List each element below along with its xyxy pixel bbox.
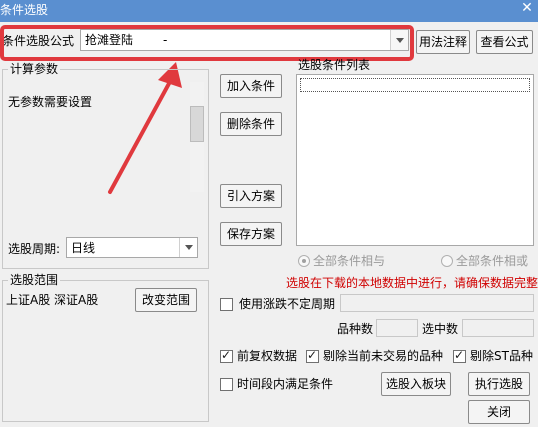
conditions-list-label: 选股条件列表 (298, 58, 371, 72)
delete-condition-button[interactable]: 删除条件 (220, 112, 282, 136)
period-value: 日线 (71, 241, 96, 255)
and-radio[interactable] (298, 255, 310, 267)
data-warning: 选股在下载的本地数据中进行，请确保数据完整 (286, 276, 538, 290)
change-range-button[interactable]: 改变范围 (135, 288, 197, 312)
conditions-list[interactable] (296, 74, 534, 246)
exclude-untraded-checkbox[interactable] (306, 348, 319, 363)
formula-dash: - (163, 33, 168, 47)
close-icon[interactable]: ✕ (516, 0, 538, 18)
irregular-period-checkbox[interactable] (220, 298, 233, 311)
exclude-st-label: 剔除ST品种 (470, 349, 533, 363)
forward-adjust-checkbox[interactable] (220, 348, 233, 363)
forward-adjust-label: 前复权数据 (237, 349, 298, 363)
range-legend: 选股范围 (8, 273, 61, 287)
add-to-block-button[interactable]: 选股入板块 (381, 372, 451, 396)
save-plan-button[interactable]: 保存方案 (220, 222, 282, 246)
formula-dropdown-button[interactable] (390, 30, 408, 50)
execute-selection-button[interactable]: 执行选股 (468, 372, 530, 396)
exclude-st-checkbox[interactable] (453, 348, 466, 363)
formula-value: 抢滩登陆 (85, 33, 134, 47)
time-range-label: 时间段内满足条件 (237, 377, 334, 391)
scroll-thumb[interactable] (190, 106, 204, 142)
and-label: 全部条件相与 (313, 254, 386, 268)
formula-select[interactable]: 抢滩登陆 - (80, 29, 409, 51)
or-label: 全部条件相或 (456, 254, 529, 268)
params-scrollbar[interactable] (190, 82, 204, 192)
count-label: 品种数 (337, 322, 374, 336)
count-field (376, 319, 418, 337)
chevron-down-icon (185, 245, 193, 250)
add-condition-button[interactable]: 加入条件 (220, 74, 282, 98)
view-formula-button[interactable]: 查看公式 (476, 30, 533, 54)
params-legend: 计算参数 (8, 62, 61, 76)
period-dropdown-button[interactable] (179, 238, 197, 257)
range-markets: 上证A股 深证A股 (6, 293, 99, 307)
formula-label: 条件选股公式 (2, 34, 75, 48)
selected-label: 选中数 (422, 322, 459, 336)
list-focus-row[interactable] (300, 78, 530, 92)
chevron-down-icon (396, 38, 404, 43)
irregular-period-field[interactable] (340, 294, 534, 312)
exclude-untraded-label: 剔除当前未交易的品种 (323, 349, 444, 363)
time-range-checkbox[interactable] (220, 378, 233, 391)
period-label: 选股周期: (8, 242, 61, 256)
params-message: 无参数需要设置 (8, 95, 93, 109)
window-title: 条件选股 (0, 3, 49, 17)
selected-field (462, 319, 534, 337)
or-radio[interactable] (441, 255, 453, 267)
usage-notes-button[interactable]: 用法注释 (416, 30, 470, 54)
title-bar: 条件选股 ✕ (0, 0, 538, 22)
period-select[interactable]: 日线 (66, 237, 198, 258)
import-plan-button[interactable]: 引入方案 (220, 184, 282, 208)
close-button[interactable]: 关闭 (468, 400, 530, 424)
irregular-period-label: 使用涨跌不定周期 (239, 297, 336, 311)
